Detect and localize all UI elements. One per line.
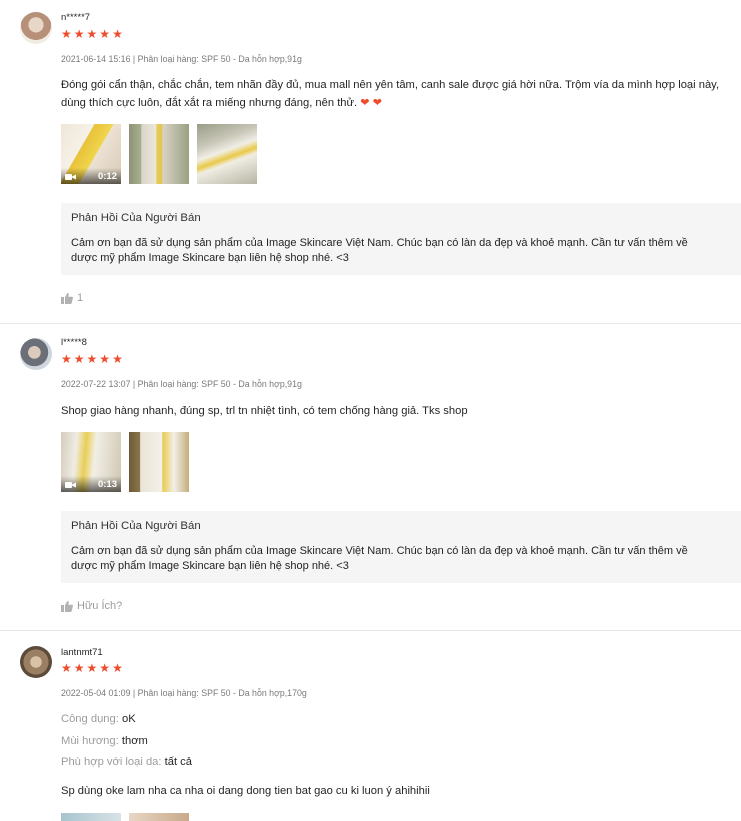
star-icon: ★ bbox=[86, 352, 99, 366]
star-icon: ★ bbox=[61, 661, 73, 675]
video-duration: 0:12 bbox=[97, 171, 117, 182]
attribute-key: Mùi hương: bbox=[61, 735, 119, 747]
review-meta: 2022-05-04 01:09 | Phân loại hàng: SPF 5… bbox=[61, 688, 307, 698]
heart-icon: ❤ ❤ bbox=[360, 97, 383, 109]
review-meta: 2022-07-22 13:07 | Phân loại hàng: SPF 5… bbox=[61, 379, 302, 389]
review-image-thumbnail[interactable] bbox=[129, 124, 189, 184]
review-text-line: Sp dùng oke lam nha ca nha oi dang dong … bbox=[61, 785, 430, 797]
reply-text: Cảm ơn bạn đã sử dụng sản phẩm của Image… bbox=[71, 544, 733, 574]
username[interactable]: lantnmt71 bbox=[61, 647, 103, 658]
review-attribute: Công dụng: oK bbox=[61, 713, 136, 725]
attribute-key: Phù hợp với loại da: bbox=[61, 756, 162, 768]
avatar[interactable] bbox=[20, 12, 52, 44]
review-content: Sp dùng oke lam nha ca nha oi dang dong … bbox=[61, 782, 741, 800]
star-icon: ★ bbox=[99, 352, 112, 366]
star-icon: ★ bbox=[73, 352, 86, 366]
review-video-thumbnail[interactable]: 0:12 bbox=[61, 124, 121, 184]
reply-text-line: Cảm ơn bạn đã sử dụng sản phẩm của Image… bbox=[71, 237, 688, 249]
review-content: Đóng gói cẩn thận, chắc chắn, tem nhãn đ… bbox=[61, 76, 741, 112]
star-icon: ★ bbox=[61, 352, 73, 366]
seller-reply: Phản Hồi Của Người Bán Cảm ơn bạn đã sử … bbox=[61, 203, 741, 275]
star-rating: ★ ★ ★ ★ ★ bbox=[61, 352, 125, 366]
video-duration: 0:13 bbox=[97, 479, 117, 490]
like-count: 1 bbox=[77, 292, 84, 304]
username[interactable]: n*****7 bbox=[61, 12, 90, 23]
thumbs-up-icon bbox=[61, 600, 73, 612]
thumbs-up-icon bbox=[61, 292, 73, 304]
review-image-thumbnail[interactable] bbox=[61, 813, 121, 821]
like-button[interactable]: 1 bbox=[61, 292, 83, 304]
reply-text-line: dược mỹ phẩm Image Skincare bạn liên hệ … bbox=[71, 252, 349, 264]
review-attribute: Mùi hương: thơm bbox=[61, 735, 148, 747]
review-meta: 2021-06-14 15:16 | Phân loại hàng: SPF 5… bbox=[61, 54, 302, 64]
review-image-thumbnail[interactable] bbox=[197, 124, 257, 184]
review-image-thumbnail[interactable] bbox=[129, 813, 189, 821]
helpful-button[interactable]: Hữu Ích? bbox=[61, 600, 122, 612]
camera-icon bbox=[65, 174, 76, 180]
review-text-line: Shop giao hàng nhanh, đúng sp, trl tn nh… bbox=[61, 405, 468, 417]
reply-title: Phản Hồi Của Người Bán bbox=[71, 520, 201, 532]
seller-reply: Phản Hồi Của Người Bán Cảm ơn bạn đã sử … bbox=[61, 511, 741, 583]
helpful-label: Hữu Ích? bbox=[77, 600, 123, 612]
review-attribute: Phù hợp với loại da: tất cả bbox=[61, 756, 192, 768]
review-content: Shop giao hàng nhanh, đúng sp, trl tn nh… bbox=[61, 402, 741, 420]
avatar[interactable] bbox=[20, 646, 52, 678]
star-rating: ★ ★ ★ ★ ★ bbox=[61, 27, 125, 41]
star-icon: ★ bbox=[112, 27, 124, 41]
review-divider bbox=[0, 630, 741, 631]
review-video-thumbnail[interactable]: 0:13 bbox=[61, 432, 121, 492]
star-icon: ★ bbox=[112, 352, 124, 366]
star-icon: ★ bbox=[73, 27, 86, 41]
review-divider bbox=[0, 323, 741, 324]
reply-text-line: dược mỹ phẩm Image Skincare bạn liên hệ … bbox=[71, 560, 349, 572]
star-icon: ★ bbox=[73, 661, 86, 675]
star-icon: ★ bbox=[112, 661, 124, 675]
star-icon: ★ bbox=[86, 661, 99, 675]
avatar[interactable] bbox=[20, 338, 52, 370]
username[interactable]: l*****8 bbox=[61, 337, 87, 348]
star-rating: ★ ★ ★ ★ ★ bbox=[61, 661, 125, 675]
review-image-thumbnail[interactable] bbox=[129, 432, 189, 492]
review-text-line: dùng thích cực luôn, đắt xắt ra miếng nh… bbox=[61, 97, 358, 109]
reply-text-line: Cảm ơn bạn đã sử dụng sản phẩm của Image… bbox=[71, 545, 688, 557]
star-icon: ★ bbox=[61, 27, 73, 41]
attribute-value: thơm bbox=[121, 735, 148, 747]
attribute-value: oK bbox=[121, 713, 136, 725]
attribute-key: Công dụng: bbox=[61, 713, 119, 725]
star-icon: ★ bbox=[86, 27, 99, 41]
review-text-line: Đóng gói cẩn thận, chắc chắn, tem nhãn đ… bbox=[61, 79, 720, 91]
camera-icon bbox=[65, 482, 76, 488]
reply-title: Phản Hồi Của Người Bán bbox=[71, 212, 201, 224]
attribute-value: tất cả bbox=[164, 756, 192, 768]
star-icon: ★ bbox=[99, 27, 112, 41]
reply-text: Cảm ơn bạn đã sử dụng sản phẩm của Image… bbox=[71, 236, 733, 266]
star-icon: ★ bbox=[99, 661, 112, 675]
